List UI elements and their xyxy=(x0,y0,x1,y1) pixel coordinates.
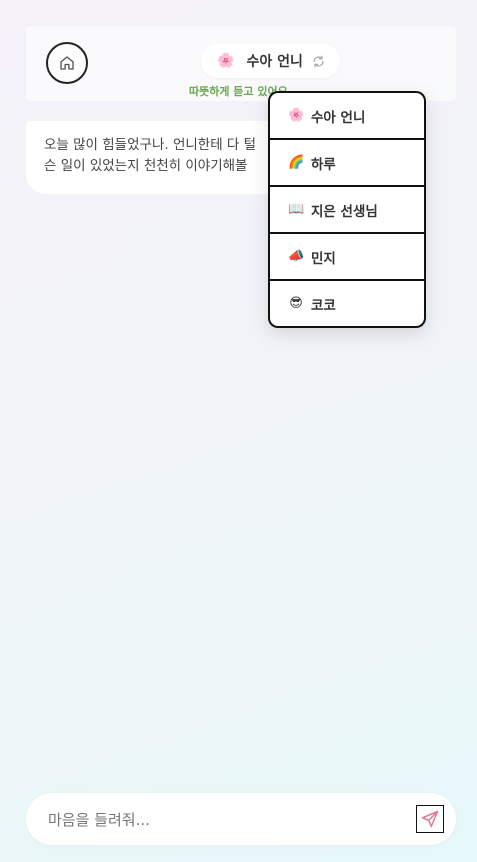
persona-name: 수아 언니 xyxy=(246,54,303,70)
message-line: 오늘 많이 힘들었구나. 언니한테 다 털 xyxy=(44,137,257,153)
send-button[interactable] xyxy=(416,805,444,833)
message-line: 슨 일이 있었는지 천천히 이야기해볼 xyxy=(44,158,248,174)
home-button[interactable] xyxy=(46,42,88,84)
sunglasses-face-icon: 😎 xyxy=(289,296,303,311)
persona-option-label: 지은 선생님 xyxy=(311,203,378,220)
megaphone-icon: 📣 xyxy=(288,249,305,264)
assistant-message-bubble: 오늘 많이 힘들었구나. 언니한테 다 털 슨 일이 있었는지 천천히 이야기해… xyxy=(26,121,296,194)
persona-option-label: 민지 xyxy=(311,250,336,267)
send-icon xyxy=(420,809,440,829)
persona-option-haru[interactable]: 🌈 하루 xyxy=(270,140,424,185)
persona-option-minji[interactable]: 📣 민지 xyxy=(270,234,424,279)
rainbow-icon: 🌈 xyxy=(288,155,305,170)
persona-emoji: 🌸 xyxy=(217,53,235,69)
persona-option-label: 수아 언니 xyxy=(311,109,366,126)
home-icon xyxy=(58,54,76,72)
persona-option-label: 코코 xyxy=(311,297,336,314)
persona-option-jieun[interactable]: 📖 지은 선생님 xyxy=(270,187,424,232)
flower-icon: 🌸 xyxy=(288,108,305,123)
chat-header: 🌸 수아 언니 따뜻하게 듣고 있어요 xyxy=(26,26,456,101)
persona-option-sua[interactable]: 🌸 수아 언니 xyxy=(270,93,424,138)
persona-option-label: 하루 xyxy=(311,156,336,173)
persona-dropdown-menu: 🌸 수아 언니 🌈 하루 📖 지은 선생님 📣 민지 😎 코코 xyxy=(268,91,426,328)
persona-selector[interactable]: 🌸 수아 언니 xyxy=(201,44,340,78)
message-input[interactable] xyxy=(46,793,410,847)
refresh-icon[interactable] xyxy=(311,54,326,69)
book-icon: 📖 xyxy=(288,202,305,217)
message-composer xyxy=(26,793,456,847)
persona-option-coco[interactable]: 😎 코코 xyxy=(270,281,424,326)
